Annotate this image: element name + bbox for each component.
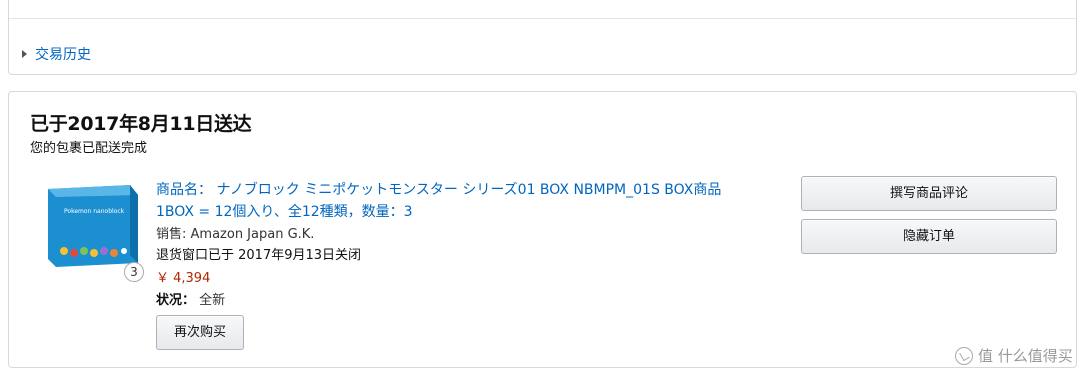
delivery-status-title: 已于2017年8月11日送达 [30, 113, 252, 135]
item-condition: 状况： 全新 [156, 289, 225, 308]
product-box-brand: Pokemon nanoblock [64, 208, 125, 215]
delivery-status-subtitle: 您的包裹已配送完成 [30, 141, 148, 156]
order-summary-card [8, 0, 1077, 75]
write-review-button[interactable]: 撰写商品评论 [801, 176, 1057, 211]
product-image[interactable]: Pokemon nanoblock [42, 183, 141, 268]
hide-order-button[interactable]: 隐藏订单 [801, 219, 1057, 254]
condition-value: 全新 [199, 293, 226, 308]
product-title-line2: 1BOX = 12個入り、全12種類，数量：3 [156, 204, 413, 220]
watermark-logo-icon [955, 346, 973, 365]
quantity-badge: 3 [124, 262, 144, 282]
shipment-card: 已于2017年8月11日送达 您的包裹已配送完成 Pokemon nanoblo… [8, 91, 1077, 368]
site-watermark: 值 什么值得买 [955, 345, 1073, 366]
item-price: ￥ 4,394 [156, 271, 211, 286]
divider [9, 18, 1076, 19]
product-title-link[interactable]: 商品名： ナノブロック ミニポケットモンスター シリーズ01 BOX NBMPM… [156, 179, 781, 223]
watermark-text: 值 什么值得买 [978, 347, 1073, 365]
transaction-history-toggle[interactable]: 交易历史 [22, 44, 91, 64]
product-title-line1: 商品名： ナノブロック ミニポケットモンスター シリーズ01 BOX NBMPM… [156, 182, 722, 198]
transaction-history-label: 交易历史 [35, 47, 91, 63]
seller-info: 销售: Amazon Japan G.K. [156, 227, 315, 242]
triangle-right-icon [22, 50, 27, 58]
return-window-info: 退货窗口已于 2017年9月13日关闭 [156, 248, 362, 263]
buy-again-button[interactable]: 再次购买 [156, 315, 244, 350]
condition-label: 状况： [156, 293, 196, 308]
